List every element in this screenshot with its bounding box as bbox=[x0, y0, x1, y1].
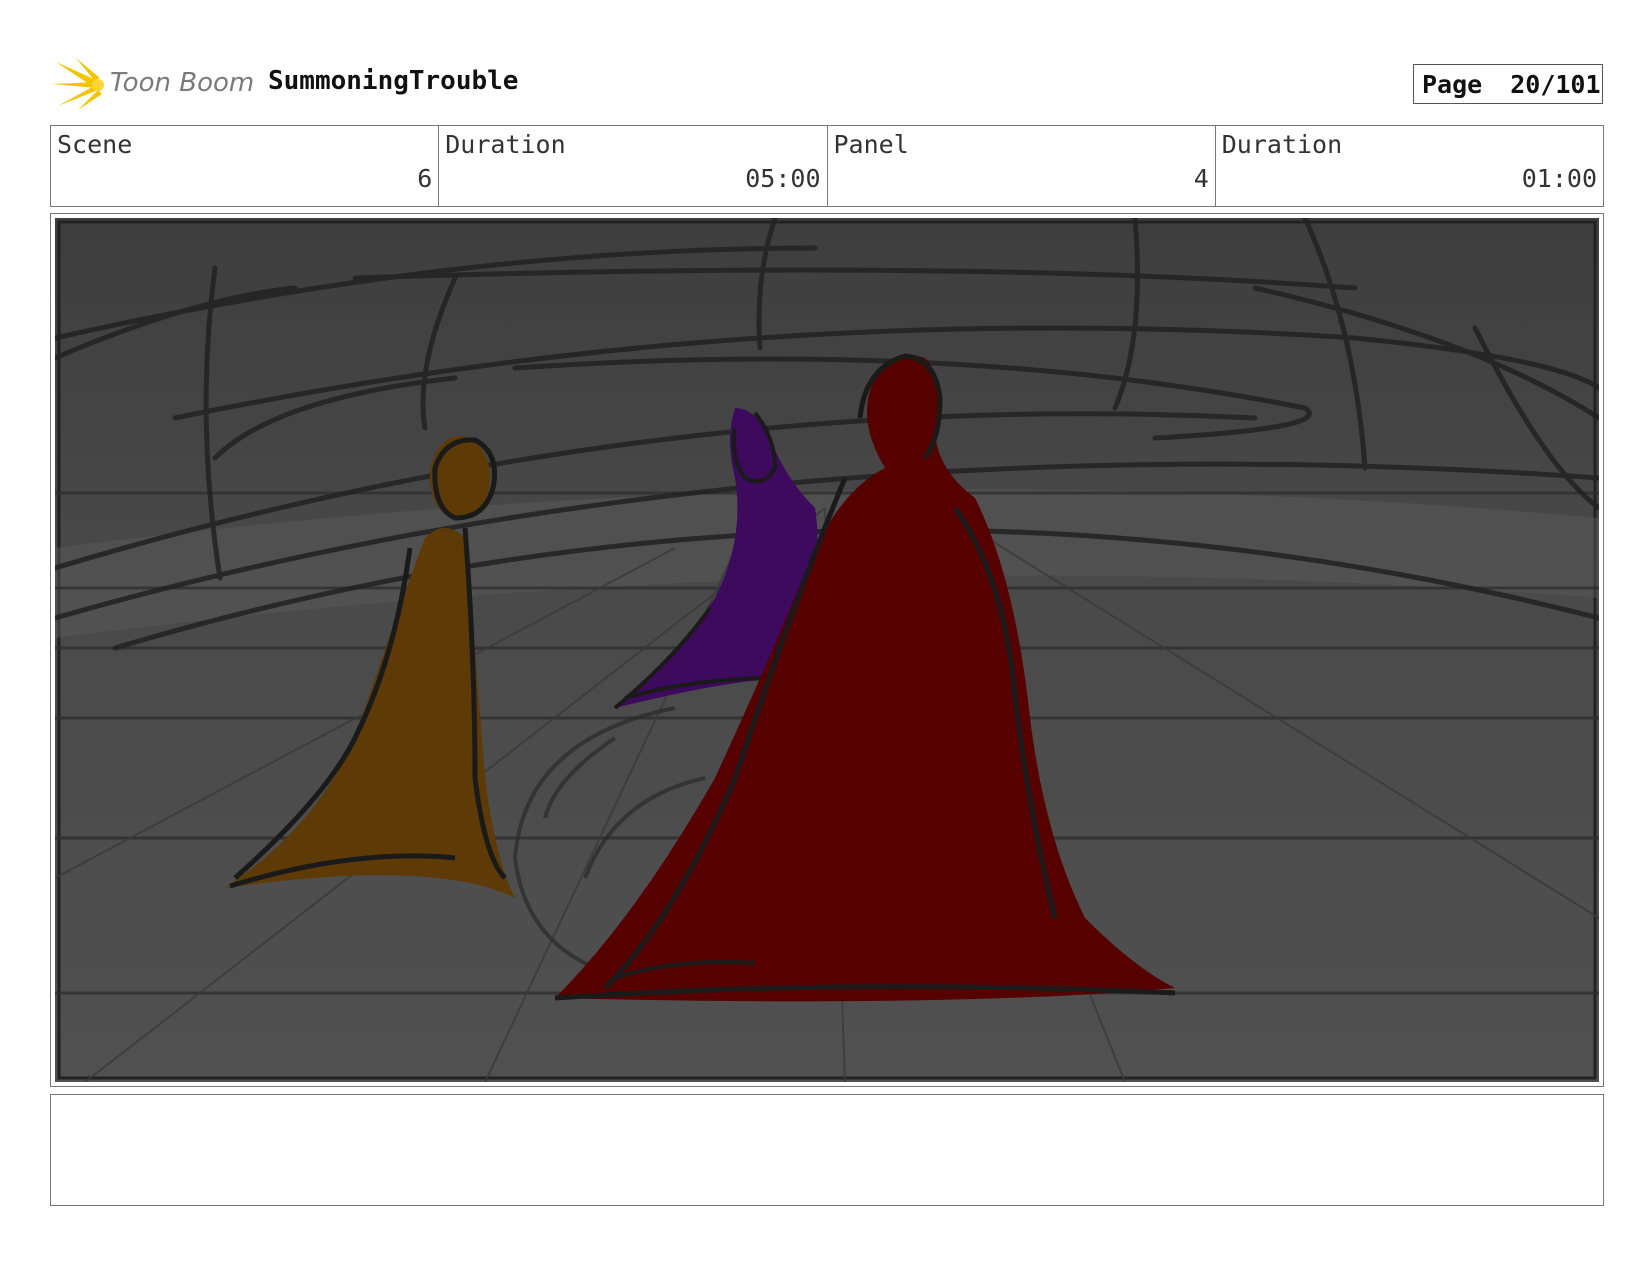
scene-duration-value: 05:00 bbox=[745, 164, 821, 193]
panel-label: Panel bbox=[833, 130, 909, 159]
panel-cell: Panel 4 bbox=[828, 126, 1216, 206]
storyboard-sketch bbox=[55, 218, 1599, 1082]
panel-duration-value: 01:00 bbox=[1521, 164, 1597, 193]
scene-duration-cell: Duration 05:00 bbox=[439, 126, 828, 206]
panel-duration-cell: Duration 01:00 bbox=[1216, 126, 1603, 206]
logo-text: Toon Boom bbox=[110, 68, 255, 98]
panel-notes-box bbox=[50, 1094, 1604, 1206]
storyboard-panel bbox=[50, 213, 1604, 1087]
scene-info-table: Scene 6 Duration 05:00 Panel 4 Duration … bbox=[50, 125, 1604, 207]
scene-cell: Scene 6 bbox=[51, 126, 440, 206]
scene-value: 6 bbox=[417, 164, 433, 193]
page-number: 20/101 bbox=[1510, 69, 1601, 99]
panel-value: 4 bbox=[1193, 164, 1209, 193]
scene-duration-label: Duration bbox=[445, 130, 566, 159]
panel-duration-label: Duration bbox=[1221, 130, 1343, 159]
project-title: SummoningTrouble bbox=[268, 66, 519, 96]
page-label: Page bbox=[1422, 69, 1483, 99]
page-indicator: Page 20/101 bbox=[1413, 64, 1603, 104]
scene-label: Scene bbox=[57, 130, 133, 159]
